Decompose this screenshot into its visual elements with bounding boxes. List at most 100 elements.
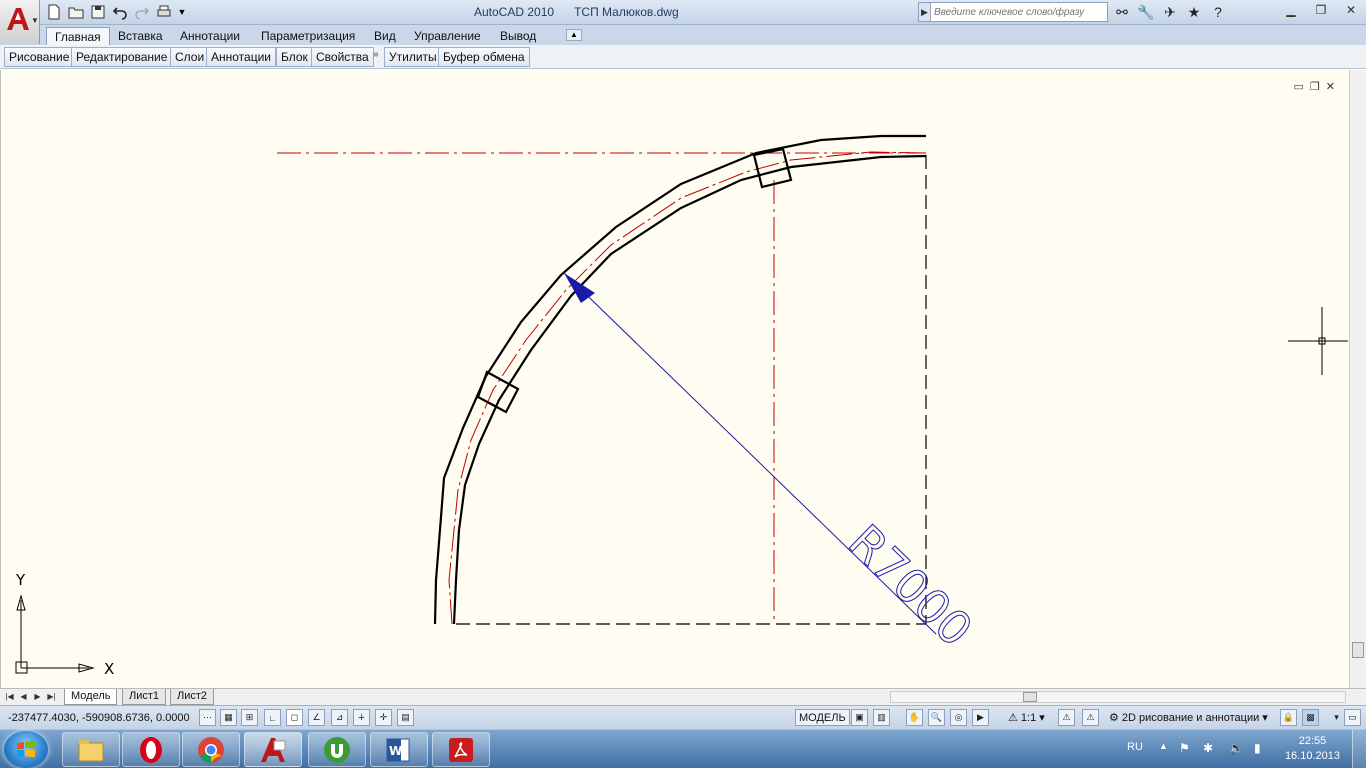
auto-scale-icon[interactable]: ⚠ (1082, 709, 1099, 726)
tab-layout1[interactable]: Лист1 (122, 689, 167, 705)
minimize-ribbon-icon[interactable]: ▲ (566, 29, 582, 41)
horizontal-scrollbar[interactable] (890, 691, 1346, 703)
application-menu-button[interactable]: ▼ (0, 0, 40, 44)
crosshair-cursor (1288, 307, 1348, 375)
redo-icon[interactable] (132, 2, 152, 22)
language-indicator[interactable]: RU (1127, 741, 1143, 753)
panel-overflow-icon[interactable]: » (373, 49, 379, 60)
tab-insert[interactable]: Вставка (110, 27, 171, 45)
restore-icon[interactable]: ❐ (1306, 0, 1336, 20)
tab-parametric[interactable]: Параметризация (253, 27, 363, 45)
taskbar-word[interactable]: W (370, 732, 428, 767)
search-input[interactable] (931, 6, 1106, 18)
grid-display-icon[interactable]: ⊞ (241, 709, 258, 726)
taskbar-chrome[interactable] (182, 732, 240, 767)
minimize-icon[interactable]: ▁ (1276, 0, 1306, 20)
communication-icon[interactable]: ✈ (1160, 3, 1180, 21)
viewport-controls: ▭ ❐ ✕ (1294, 80, 1336, 93)
tab-home[interactable]: Главная (46, 27, 110, 45)
snap-mode-icon[interactable]: ▦ (220, 709, 237, 726)
battery-icon[interactable]: ▮ (1254, 741, 1261, 755)
tab-output[interactable]: Вывод (492, 27, 544, 45)
volume-icon[interactable]: 🔈 (1229, 741, 1244, 755)
panel-draw[interactable]: Рисование (4, 47, 75, 67)
last-tab-icon[interactable]: ▶| (46, 690, 57, 703)
ducs-icon[interactable]: ✛ (375, 709, 392, 726)
showmotion-icon[interactable]: ▶ (972, 709, 989, 726)
taskbar-explorer[interactable] (62, 732, 120, 767)
dynamic-input-icon[interactable]: ▤ (397, 709, 414, 726)
chrome-icon (198, 736, 224, 763)
show-desktop-button[interactable] (1352, 730, 1366, 768)
drawing-svg: R7000 Y X (15, 134, 1348, 678)
save-icon[interactable] (88, 2, 108, 22)
tab-model[interactable]: Модель (64, 689, 118, 705)
search-expand-icon[interactable]: ▶ (919, 3, 931, 21)
panel-annotation[interactable]: Аннотации (206, 47, 276, 67)
panel-modify[interactable]: Редактирование (71, 47, 173, 67)
tab-annotate[interactable]: Аннотации (172, 27, 248, 45)
model-space-button[interactable]: МОДЕЛЬ (795, 709, 850, 726)
viewport-restore-icon[interactable]: ❐ (1310, 80, 1320, 93)
word-icon: W (386, 738, 410, 761)
taskbar-utorrent[interactable] (308, 732, 366, 767)
tab-layout2[interactable]: Лист2 (170, 689, 215, 705)
zoom-icon[interactable]: 🔍 (928, 709, 945, 726)
3d-osnap-icon[interactable]: ⊿ (331, 709, 348, 726)
vertical-scroll-thumb[interactable] (1352, 642, 1364, 658)
taskbar-acrobat[interactable] (432, 732, 490, 767)
lock-icon[interactable]: 🔒 (1280, 709, 1297, 726)
tab-manage[interactable]: Управление (406, 27, 489, 45)
subscription-icon[interactable]: 🔧 (1136, 3, 1156, 21)
autocad-logo-icon (7, 8, 29, 30)
panel-utilities[interactable]: Утилиты (384, 47, 442, 67)
network-icon[interactable]: ✱ (1203, 741, 1213, 755)
polar-tracking-icon[interactable]: ◻ (286, 709, 303, 726)
annotation-visibility-icon[interactable]: ⚠ (1058, 709, 1075, 726)
annotation-scale[interactable]: ⚠ 1:1 ▾ (1005, 709, 1048, 726)
ucs-icon: Y X (15, 571, 114, 678)
clock[interactable]: 22:55 16.10.2013 (1285, 734, 1340, 764)
panel-layers[interactable]: Слои (170, 47, 210, 67)
otrack-icon[interactable]: ∔ (353, 709, 370, 726)
plot-icon[interactable] (154, 2, 174, 22)
panel-block[interactable]: Блок (276, 47, 313, 67)
action-center-icon[interactable]: ⚑ (1179, 741, 1190, 755)
quick-view-layouts-icon[interactable]: ▣ (851, 709, 868, 726)
hardware-acceleration-icon[interactable]: ▩ (1302, 709, 1319, 726)
dropdown-icon[interactable]: ▼ (176, 2, 188, 22)
viewport-close-icon[interactable]: ✕ (1326, 80, 1335, 93)
taskbar-autocad[interactable] (244, 732, 302, 767)
favorites-icon[interactable]: ★ (1184, 3, 1204, 21)
tab-view[interactable]: Вид (366, 27, 404, 45)
statusbar-menu-icon[interactable]: ▾ (1328, 709, 1345, 726)
horizontal-scroll-thumb[interactable] (1023, 692, 1037, 702)
panel-properties[interactable]: Свойства (311, 47, 374, 67)
infer-constraints-icon[interactable]: ⋯ (199, 709, 216, 726)
vertical-scrollbar[interactable] (1349, 70, 1366, 688)
ortho-mode-icon[interactable]: ∟ (264, 709, 281, 726)
undo-icon[interactable] (110, 2, 130, 22)
viewport-minimize-icon[interactable]: ▭ (1294, 80, 1304, 93)
binoculars-icon[interactable]: ⚯ (1112, 3, 1132, 21)
close-icon[interactable]: ✕ (1336, 0, 1366, 20)
prev-tab-icon[interactable]: ◀ (18, 690, 29, 703)
new-icon[interactable] (44, 2, 64, 22)
open-icon[interactable] (66, 2, 86, 22)
pan-icon[interactable]: ✋ (906, 709, 923, 726)
steering-wheel-icon[interactable]: ◎ (950, 709, 967, 726)
quick-view-drawings-icon[interactable]: ▥ (873, 709, 890, 726)
taskbar-opera[interactable] (122, 732, 180, 767)
drawing-canvas[interactable]: R7000 Y X ▭ ❐ ✕ (0, 70, 1349, 688)
utorrent-icon (324, 736, 350, 763)
start-button[interactable] (4, 731, 48, 768)
next-tab-icon[interactable]: ▶ (32, 690, 43, 703)
help-icon[interactable]: ? (1208, 3, 1228, 21)
object-snap-icon[interactable]: ∠ (308, 709, 325, 726)
first-tab-icon[interactable]: |◀ (4, 690, 15, 703)
panel-clipboard[interactable]: Буфер обмена (438, 47, 530, 67)
clean-screen-icon[interactable]: ▭ (1344, 709, 1361, 726)
explorer-icon (78, 739, 104, 761)
tray-expand-icon[interactable]: ▲ (1159, 741, 1168, 751)
workspace-switcher[interactable]: ⚙ 2D рисование и аннотации ▾ (1106, 709, 1271, 726)
